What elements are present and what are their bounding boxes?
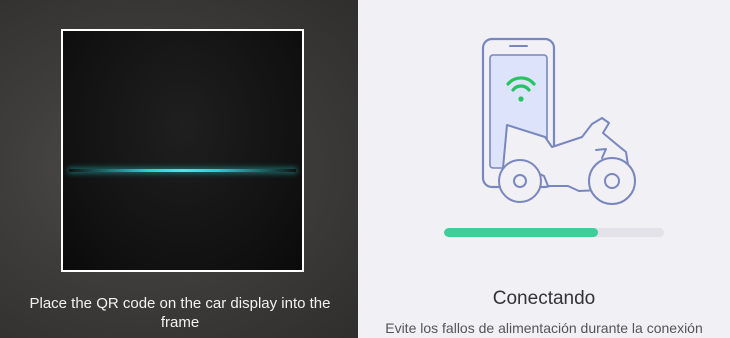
scan-frame — [61, 29, 304, 272]
motorcycle-icon — [498, 117, 636, 205]
connection-progress-bar — [444, 228, 664, 237]
scan-instruction: Place the QR code on the car display int… — [29, 295, 331, 331]
qr-scanner-panel: Place the QR code on the car display int… — [0, 0, 360, 338]
status-hint: Evite los fallos de alimentación durante… — [385, 320, 703, 336]
connection-illustration — [481, 37, 636, 205]
connection-panel: Conectando Evite los fallos de alimentac… — [358, 0, 730, 338]
scan-line — [69, 169, 296, 172]
progress-fill — [444, 228, 598, 237]
status-title: Conectando — [492, 288, 596, 309]
